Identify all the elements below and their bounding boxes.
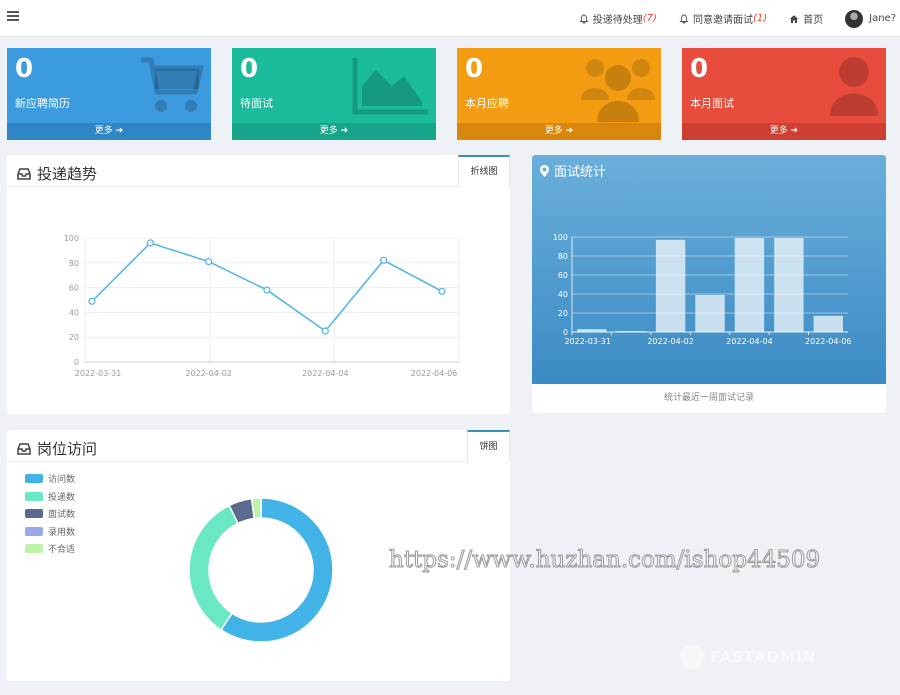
stat-value: 0 [690, 54, 709, 84]
stat-card-new-resumes: 0 新应聘简历 更多 ➔ [7, 48, 211, 140]
more-link[interactable]: 更多 ➔ [682, 123, 886, 140]
nav-home[interactable]: 首页 [789, 11, 823, 26]
y-tick-label: 20 [558, 309, 568, 318]
top-nav: 投递待处理 (7) 同意邀请面试 (1) 首页 Jane? [579, 0, 900, 37]
x-tick-label: 2022-04-06 [411, 369, 458, 378]
x-tick-label: 2022-03-31 [564, 337, 611, 346]
y-tick-label: 40 [69, 308, 79, 317]
menu-toggle-icon[interactable] [7, 11, 19, 21]
more-label: 更多 [544, 126, 563, 136]
trend-line-chart: 0 20 40 60 80 100 2022-03-31 2022-04-02 2022-04-… [64, 234, 460, 378]
y-tick-label: 80 [69, 259, 79, 268]
position-visits-panel: 岗位访问 饼图 访问数 投递数 面试数 录用数 不合适 [7, 430, 510, 681]
x-tick-label: 2022-04-04 [302, 369, 349, 378]
bar [813, 315, 843, 332]
more-label: 更多 [319, 126, 338, 136]
arrow-circle-right-icon: ➔ [565, 126, 574, 136]
x-tick-label: 2022-04-04 [726, 337, 773, 346]
y-tick-label: 20 [69, 333, 79, 342]
bar [655, 239, 686, 332]
arrow-circle-right-icon: ➔ [115, 126, 124, 136]
more-label: 更多 [769, 126, 788, 136]
user-icon [830, 57, 878, 116]
trend-panel: 投递趋势 折线图 0 20 40 60 80 100 2022-03-31 2022-04-0… [7, 155, 510, 414]
cart-icon [141, 57, 205, 112]
bar [616, 331, 646, 332]
data-point [380, 256, 388, 264]
bar [734, 237, 765, 332]
stat-label: 本月应聘 [465, 97, 509, 110]
brand-logo-icon [680, 645, 704, 669]
avatar [845, 9, 864, 28]
nav-count: (1) [752, 13, 768, 24]
nav-label: 同意邀请面试 [692, 15, 753, 26]
bell-icon [579, 14, 589, 24]
nav-label: 首页 [803, 15, 824, 26]
stat-label: 本月面试 [690, 97, 734, 110]
stat-value: 0 [15, 54, 34, 84]
data-point [205, 257, 213, 266]
data-point [88, 297, 96, 305]
area-chart-icon [352, 58, 428, 115]
x-tick-label: 2022-03-31 [75, 369, 122, 378]
more-link[interactable]: 更多 ➔ [7, 123, 211, 140]
data-point [438, 287, 446, 295]
y-tick-label: 100 [553, 233, 568, 242]
top-navbar: 投递待处理 (7) 同意邀请面试 (1) 首页 Jane? [0, 0, 900, 37]
y-tick-label: 60 [69, 284, 79, 293]
brand-watermark: FASTADMIN [680, 645, 816, 669]
arrow-circle-right-icon: ➔ [340, 126, 349, 136]
y-tick-label: 0 [563, 328, 568, 337]
data-point [263, 286, 271, 294]
pie-slice [188, 504, 240, 631]
x-tick-label: 2022-04-06 [805, 337, 852, 346]
stat-value: 0 [240, 54, 259, 84]
data-point [146, 239, 154, 247]
interview-bar-chart: 0 20 40 60 80 100 2022-03-31 2022-04-02 2022-04-… [553, 233, 852, 346]
home-icon [789, 14, 799, 23]
data-point [321, 327, 329, 335]
username: Jane? [869, 13, 896, 24]
bar [577, 329, 607, 332]
stat-label: 待面试 [240, 97, 273, 110]
y-tick-label: 80 [558, 252, 568, 261]
x-tick-label: 2022-04-02 [185, 369, 232, 378]
nav-pending-applications[interactable]: 投递待处理 (7) [579, 11, 657, 26]
nav-count: (7) [642, 13, 657, 24]
stat-value: 0 [465, 54, 484, 84]
arrow-circle-right-icon: ➔ [790, 126, 799, 136]
y-tick-label: 60 [558, 271, 568, 280]
nav-accepted-interviews[interactable]: 同意邀请面试 (1) [679, 11, 767, 26]
interview-panel: 面试统计 0 20 40 60 80 100 2022-03-31 2022-04-02 202… [532, 155, 886, 413]
more-link[interactable]: 更多 ➔ [232, 123, 436, 140]
stat-label: 新应聘简历 [15, 97, 70, 110]
brand-watermark-text: FASTADMIN [710, 648, 817, 666]
y-tick-label: 100 [64, 234, 79, 243]
stat-card-monthly-applications: 0 本月应聘 更多 ➔ [457, 48, 661, 140]
more-link[interactable]: 更多 ➔ [457, 123, 661, 140]
bell-icon [679, 14, 689, 24]
x-tick-label: 2022-04-02 [647, 337, 694, 346]
bar [695, 294, 725, 332]
stat-card-monthly-interviews: 0 本月面试 更多 ➔ [682, 48, 886, 140]
bar [774, 237, 804, 332]
interview-footer-note: 统计最近一周面试记录 [663, 393, 754, 403]
nav-user-menu[interactable]: Jane? [845, 9, 896, 28]
more-label: 更多 [94, 126, 113, 136]
y-tick-label: 40 [558, 290, 568, 299]
y-tick-label: 0 [74, 358, 79, 367]
position-donut-chart [188, 497, 334, 643]
stat-card-pending-interviews: 0 待面试 更多 ➔ [232, 48, 436, 140]
nav-label: 投递待处理 [592, 15, 643, 26]
users-icon [581, 59, 655, 122]
